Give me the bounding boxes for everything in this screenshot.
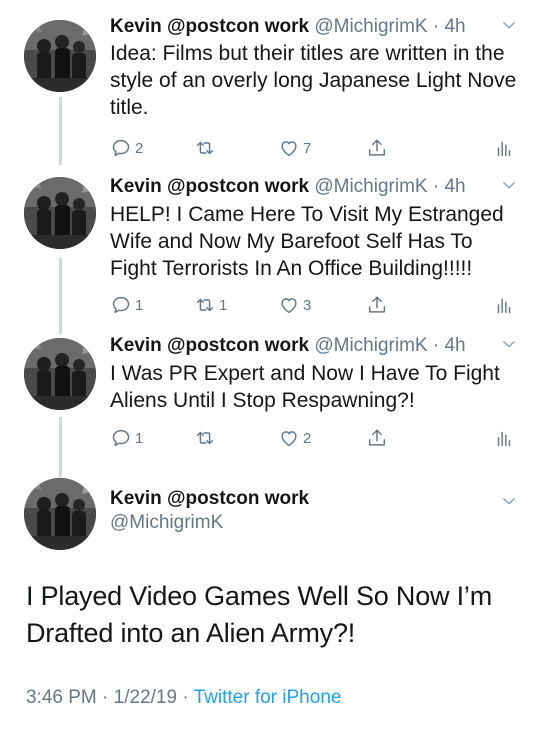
share-button[interactable] xyxy=(366,426,388,450)
tweet[interactable]: Kevin @postcon work @MichigrimK · 4h Ide… xyxy=(0,0,540,165)
avatar-image xyxy=(24,20,96,92)
tweet-time: 3:46 PM xyxy=(26,687,97,708)
tweet-header: Kevin @postcon work @MichigrimK · 4h xyxy=(110,175,528,199)
heart-icon xyxy=(278,427,300,449)
tweet-text: I Played Video Games Well So Now I’m Dra… xyxy=(26,581,492,648)
display-name[interactable]: Kevin @postcon work xyxy=(110,16,309,37)
avatar-image xyxy=(24,478,96,550)
tweet-text: HELP! I Came Here To Visit My Estranged … xyxy=(110,203,504,280)
display-name[interactable]: Kevin @postcon work xyxy=(110,176,309,197)
user-handle[interactable]: @MichigrimK xyxy=(110,511,309,535)
avatar-image xyxy=(24,338,96,410)
timestamp[interactable]: 4h xyxy=(444,176,465,197)
analytics-button[interactable] xyxy=(493,293,515,317)
avatar[interactable] xyxy=(24,478,96,550)
heart-icon xyxy=(278,294,300,316)
separator: · xyxy=(427,176,445,197)
user-handle[interactable]: @MichigrimK xyxy=(314,176,427,197)
retweet-button[interactable]: 1 xyxy=(194,293,227,317)
share-icon xyxy=(366,137,388,159)
like-count: 3 xyxy=(303,296,312,314)
heart-icon xyxy=(278,137,300,159)
separator: · xyxy=(427,16,445,37)
share-icon xyxy=(366,294,388,316)
share-button[interactable] xyxy=(366,293,388,317)
tweet-text: I Was PR Expert and Now I Have To Fight … xyxy=(110,362,500,412)
chevron-down-icon[interactable] xyxy=(500,492,518,510)
like-count: 2 xyxy=(303,429,312,447)
reply-count: 1 xyxy=(135,429,144,447)
avatar[interactable] xyxy=(24,338,96,410)
tweet-actions: 2 7 xyxy=(110,136,520,160)
display-name[interactable]: Kevin @postcon work xyxy=(110,335,309,356)
retweet-icon xyxy=(194,137,216,159)
retweet-button[interactable] xyxy=(194,136,219,160)
separator: · xyxy=(427,335,445,356)
source-link[interactable]: Twitter for iPhone xyxy=(194,687,342,708)
user-handle[interactable]: @MichigrimK xyxy=(314,16,427,37)
reply-count: 2 xyxy=(135,139,144,157)
avatar-image xyxy=(24,177,96,249)
like-button[interactable]: 3 xyxy=(278,293,311,317)
reply-icon xyxy=(110,137,132,159)
reply-button[interactable]: 1 xyxy=(110,426,143,450)
tweet-header: Kevin @postcon work @MichigrimK · 4h xyxy=(110,334,528,358)
timestamp[interactable]: 4h xyxy=(444,16,465,37)
timestamp[interactable]: 4h xyxy=(444,335,465,356)
like-button[interactable]: 7 xyxy=(278,136,311,160)
author-block: Kevin @postcon work @MichigrimK xyxy=(110,487,309,535)
reply-count: 1 xyxy=(135,296,144,314)
share-button[interactable] xyxy=(366,136,388,160)
tweet[interactable]: Kevin @postcon work @MichigrimK · 4h I W… xyxy=(0,333,540,478)
retweet-icon xyxy=(194,294,216,316)
share-icon xyxy=(366,427,388,449)
reply-button[interactable]: 1 xyxy=(110,293,143,317)
chevron-down-icon[interactable] xyxy=(500,16,518,34)
chevron-down-icon[interactable] xyxy=(500,176,518,194)
like-count: 7 xyxy=(303,139,312,157)
user-handle[interactable]: @MichigrimK xyxy=(314,335,427,356)
tweet-text: Idea: Films but their titles are written… xyxy=(110,42,517,119)
chevron-down-icon[interactable] xyxy=(500,335,518,353)
analytics-icon xyxy=(493,427,515,449)
reply-icon xyxy=(110,427,132,449)
tweet-meta: 3:46 PM · 1/22/19 · Twitter for iPhone xyxy=(26,686,341,710)
like-button[interactable]: 2 xyxy=(278,426,311,450)
tweet-header: Kevin @postcon work @MichigrimK · 4h xyxy=(110,15,528,39)
reply-icon xyxy=(110,294,132,316)
avatar[interactable] xyxy=(24,20,96,92)
tweet-actions: 1 1 3 xyxy=(110,293,520,317)
separator: · xyxy=(182,687,189,708)
analytics-icon xyxy=(493,137,515,159)
separator: · xyxy=(102,687,109,708)
retweet-icon xyxy=(194,427,216,449)
avatar[interactable] xyxy=(24,177,96,249)
retweet-button[interactable] xyxy=(194,426,219,450)
reply-button[interactable]: 2 xyxy=(110,136,143,160)
analytics-icon xyxy=(493,294,515,316)
analytics-button[interactable] xyxy=(493,426,515,450)
tweet[interactable]: Kevin @postcon work @MichigrimK · 4h HEL… xyxy=(0,165,540,333)
tweet-actions: 1 2 xyxy=(110,426,520,450)
tweet-date: 1/22/19 xyxy=(113,687,178,708)
display-name[interactable]: Kevin @postcon work xyxy=(110,487,309,511)
retweet-count: 1 xyxy=(219,296,228,314)
analytics-button[interactable] xyxy=(493,136,515,160)
